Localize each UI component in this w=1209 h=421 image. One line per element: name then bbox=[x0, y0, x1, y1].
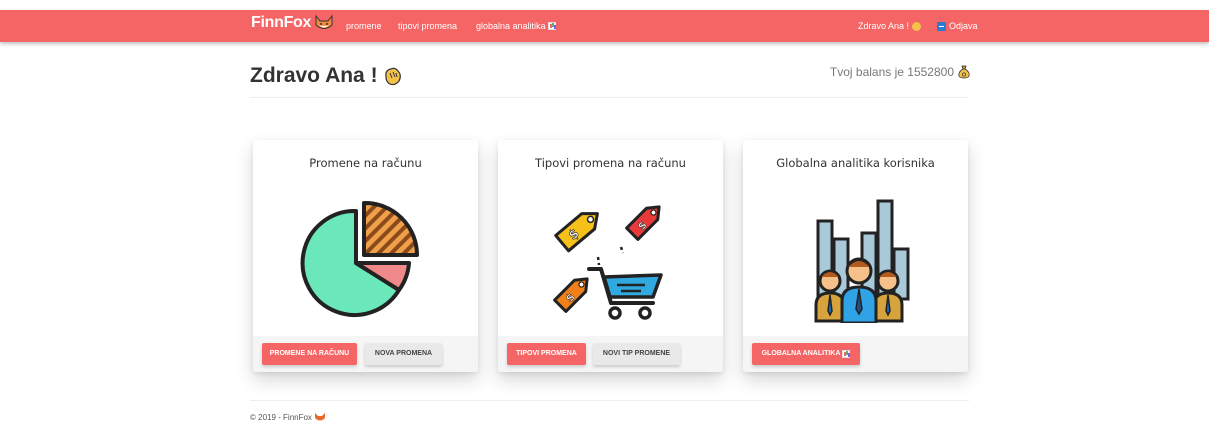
card-footer: PROMENE NA RAČUNU NOVA PROMENA bbox=[253, 336, 478, 372]
nav-link-globalna-analitika[interactable]: globalna analitika bbox=[476, 21, 556, 31]
brand-text: FinnFox bbox=[251, 14, 312, 31]
nav-greeting: Zdravo Ana ! bbox=[858, 21, 922, 31]
logout-icon bbox=[937, 21, 946, 31]
globalna-analitika-button[interactable]: GLOBALNA ANALITIKA bbox=[752, 343, 860, 365]
card-illustration bbox=[253, 190, 478, 325]
globalna-analitika-button-label: GLOBALNA ANALITIKA bbox=[761, 350, 841, 357]
brand-link[interactable]: FinnFox bbox=[251, 14, 334, 32]
footer-text: © 2019 - FinnFox bbox=[250, 413, 312, 421]
nav-link-tipovi-promena[interactable]: tipovi promena bbox=[398, 21, 457, 31]
novi-tip-promene-button[interactable]: NOVI TIP PROMENE bbox=[593, 343, 680, 365]
waving-hand-icon bbox=[912, 21, 922, 31]
fox-icon bbox=[314, 413, 325, 421]
nova-promena-button[interactable]: NOVA PROMENA bbox=[365, 343, 442, 365]
card-footer: GLOBALNA ANALITIKA bbox=[743, 336, 968, 372]
money-bag-icon bbox=[958, 65, 970, 79]
card-tipovi-promena: Tipovi promena na računu $ $ $ TIPOVI PR… bbox=[498, 140, 723, 372]
card-illustration: $ $ $ bbox=[498, 190, 723, 325]
waving-hand-icon bbox=[384, 67, 401, 86]
nav-link-promene[interactable]: promene bbox=[346, 21, 382, 31]
greeting-text: Zdravo Ana ! bbox=[250, 64, 378, 87]
logout-label: Odjava bbox=[949, 21, 978, 31]
chart-icon bbox=[842, 350, 851, 358]
card-promene: Promene na računu PROMENE NA RAČUNU NOVA… bbox=[253, 140, 478, 372]
nav-greeting-text: Zdravo Ana ! bbox=[858, 21, 910, 31]
balance: Tvoj balans je 1552800 bbox=[830, 65, 970, 79]
chart-icon bbox=[547, 22, 556, 30]
card-title: Globalna analitika korisnika bbox=[776, 156, 935, 170]
tipovi-promena-button[interactable]: TIPOVI PROMENA bbox=[507, 343, 586, 365]
fox-logo-icon bbox=[315, 15, 333, 29]
shopping-cart-tags-icon: $ $ $ bbox=[552, 204, 663, 320]
footer: © 2019 - FinnFox bbox=[250, 413, 325, 421]
card-globalna-analitika: Globalna analitika korisnika GLOBALNA AN… bbox=[743, 140, 968, 372]
nav-link-globalna-analitika-label: globalna analitika bbox=[476, 21, 546, 31]
card-footer: TIPOVI PROMENA NOVI TIP PROMENE bbox=[498, 336, 723, 372]
card-title: Tipovi promena na računu bbox=[535, 156, 686, 170]
navbar: FinnFox promene tipovi promena globalna … bbox=[0, 10, 1209, 42]
divider bbox=[250, 400, 969, 401]
card-title: Promene na računu bbox=[309, 156, 422, 170]
users-analytics-icon bbox=[814, 199, 909, 323]
logout-link[interactable]: Odjava bbox=[937, 21, 978, 31]
card-illustration bbox=[743, 190, 968, 325]
page-greeting: Zdravo Ana ! bbox=[250, 64, 404, 88]
pie-chart-icon bbox=[300, 200, 419, 317]
divider bbox=[250, 97, 969, 98]
balance-text: Tvoj balans je 1552800 bbox=[829, 65, 954, 79]
promene-na-racunu-button[interactable]: PROMENE NA RAČUNU bbox=[262, 343, 357, 365]
